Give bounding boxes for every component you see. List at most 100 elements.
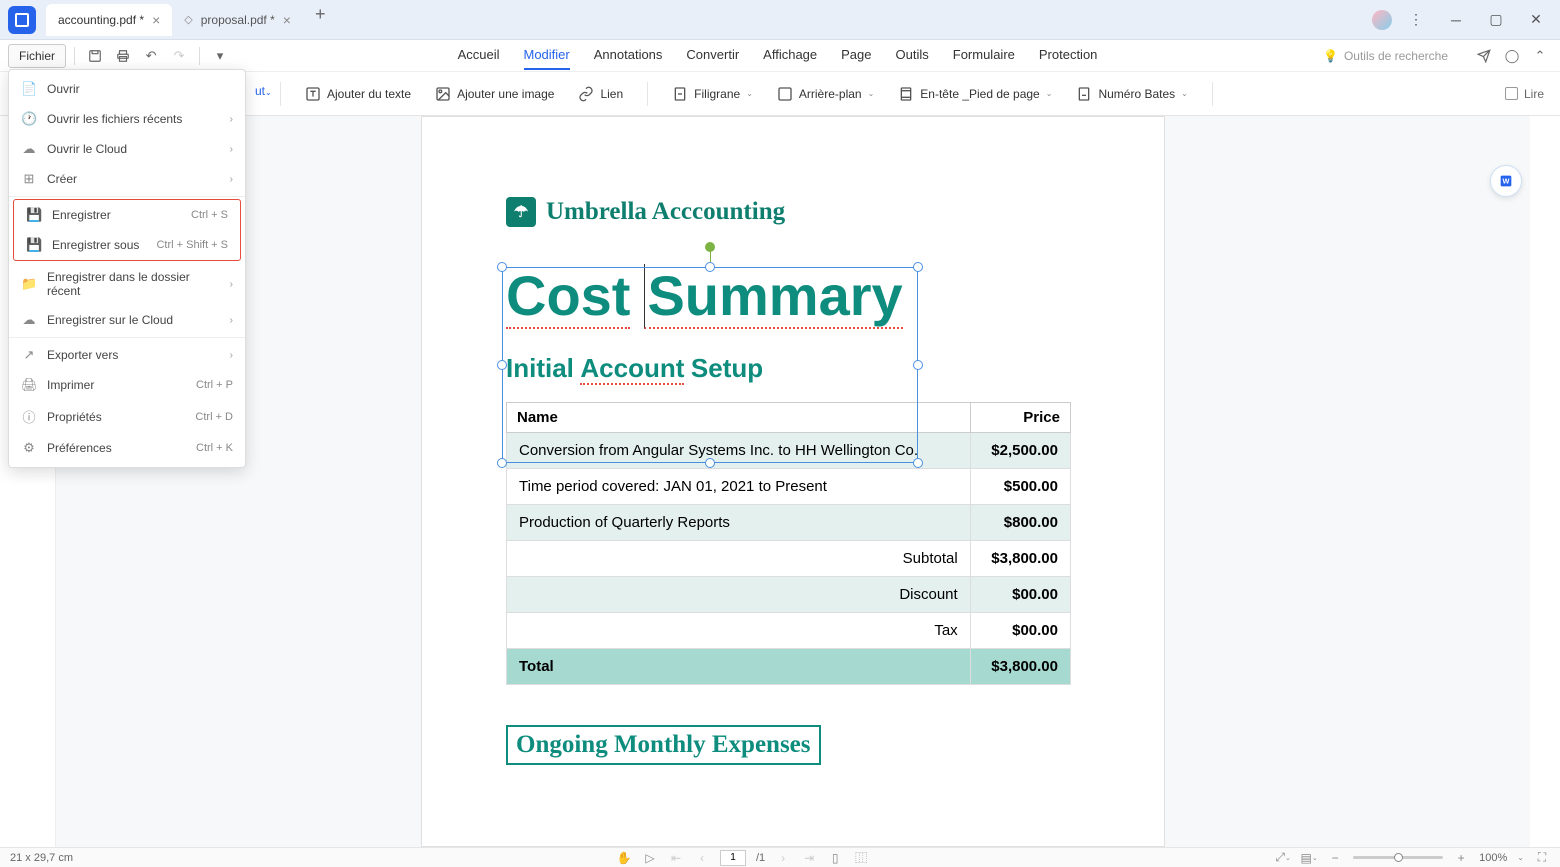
resize-handle[interactable] bbox=[497, 458, 507, 468]
zoom-thumb[interactable] bbox=[1394, 853, 1403, 862]
selection-box[interactable] bbox=[502, 267, 918, 463]
background-button[interactable]: Arrière-plan⌄ bbox=[777, 86, 874, 102]
app-icon[interactable] bbox=[8, 6, 36, 34]
menu-create[interactable]: ⊞ Créer › bbox=[9, 164, 245, 194]
menu-open-cloud[interactable]: ☁ Ouvrir le Cloud › bbox=[9, 134, 245, 164]
send-icon[interactable] bbox=[1472, 44, 1496, 68]
menu-open[interactable]: 📄 Ouvrir bbox=[9, 74, 245, 104]
layout1-icon[interactable]: ▯ bbox=[827, 850, 843, 866]
layout2-icon[interactable]: ⿲ bbox=[853, 850, 869, 866]
close-icon[interactable]: × bbox=[152, 12, 160, 28]
menu-preferences[interactable]: ⚙ Préférences Ctrl + K bbox=[9, 433, 245, 463]
page-input[interactable] bbox=[720, 850, 746, 866]
zoom-out-icon[interactable]: − bbox=[1327, 850, 1343, 866]
resize-handle[interactable] bbox=[497, 262, 507, 272]
tab-proposal[interactable]: ◇ proposal.pdf * × bbox=[172, 4, 303, 36]
bates-button[interactable]: Numéro Bates⌄ bbox=[1076, 86, 1187, 102]
resize-handle[interactable] bbox=[497, 360, 507, 370]
nav-convertir[interactable]: Convertir bbox=[686, 41, 739, 70]
chevron-right-icon: › bbox=[230, 315, 233, 326]
section-ongoing[interactable]: Ongoing Monthly Expenses bbox=[506, 725, 821, 765]
fit-width-icon[interactable]: ⤢⌄ bbox=[1275, 850, 1291, 866]
add-text-button[interactable]: Ajouter du texte bbox=[305, 86, 411, 102]
total-row: Total $3,800.00 bbox=[507, 649, 1071, 685]
menu-properties[interactable]: ⓘ Propriétés Ctrl + D bbox=[9, 400, 245, 433]
resize-handle[interactable] bbox=[913, 458, 923, 468]
avatar-button[interactable] bbox=[1372, 10, 1392, 30]
nav-accueil[interactable]: Accueil bbox=[458, 41, 500, 70]
next-page-icon[interactable]: › bbox=[775, 850, 791, 866]
menu-save-recent-folder[interactable]: 📁 Enregistrer dans le dossier récent › bbox=[9, 263, 245, 305]
tax-row: Tax $00.00 bbox=[507, 613, 1071, 649]
folder-icon: 📁 bbox=[21, 276, 37, 292]
save-icon[interactable] bbox=[83, 44, 107, 68]
menu-open-recent[interactable]: 🕐 Ouvrir les fichiers récents › bbox=[9, 104, 245, 134]
zoom-in-icon[interactable]: + bbox=[1453, 850, 1469, 866]
nav-page[interactable]: Page bbox=[841, 41, 871, 70]
scroll-mode-icon[interactable]: ▤⌄ bbox=[1301, 850, 1317, 866]
redo-icon[interactable]: ↷ bbox=[167, 44, 191, 68]
rotate-handle[interactable] bbox=[705, 242, 715, 252]
clock-icon: 🕐 bbox=[21, 111, 37, 127]
maximize-button[interactable]: ▢ bbox=[1480, 4, 1512, 36]
add-image-button[interactable]: Ajouter une image bbox=[435, 86, 554, 102]
dropdown-icon[interactable]: ▾ bbox=[208, 44, 232, 68]
save-icon: 💾 bbox=[26, 207, 42, 223]
zoom-controls: ⤢⌄ ▤⌄ − + 100% ⌄ ⛶ bbox=[1275, 850, 1550, 866]
search-tools[interactable]: 💡 Outils de recherche bbox=[1323, 49, 1448, 63]
hand-icon[interactable]: ✋ bbox=[616, 850, 632, 866]
menu-print[interactable]: 🖨 Imprimer Ctrl + P bbox=[9, 370, 245, 400]
nav-formulaire[interactable]: Formulaire bbox=[953, 41, 1015, 70]
add-tab-button[interactable]: + bbox=[303, 4, 338, 36]
right-sidebar: ◂ bbox=[1530, 116, 1560, 847]
nav-annotations[interactable]: Annotations bbox=[594, 41, 663, 70]
tab-accounting[interactable]: accounting.pdf * × bbox=[46, 4, 172, 36]
zoom-slider[interactable] bbox=[1353, 856, 1443, 859]
toolbar: Fichier ↶ ↷ ▾ Accueil Modifier Annotatio… bbox=[0, 40, 1560, 72]
prev-page-icon[interactable]: ‹ bbox=[694, 850, 710, 866]
read-toggle[interactable]: Lire bbox=[1505, 87, 1544, 101]
pdf-page[interactable]: ☂ Umbrella Acccounting Cost Summary Init… bbox=[421, 116, 1165, 847]
resize-handle[interactable] bbox=[913, 360, 923, 370]
close-icon[interactable]: × bbox=[283, 12, 291, 28]
print-icon[interactable] bbox=[111, 44, 135, 68]
resize-handle[interactable] bbox=[705, 458, 715, 468]
last-page-icon[interactable]: ⇥ bbox=[801, 850, 817, 866]
cursor-icon[interactable]: ▷ bbox=[642, 850, 658, 866]
collapse-icon[interactable]: ⌃ bbox=[1528, 44, 1552, 68]
nav-affichage[interactable]: Affichage bbox=[763, 41, 817, 70]
window-controls: ⋮ ─ ▢ ✕ bbox=[1372, 4, 1552, 36]
first-page-icon[interactable]: ⇤ bbox=[668, 850, 684, 866]
sliders-icon: ⚙ bbox=[21, 440, 37, 456]
chevron-right-icon: › bbox=[230, 279, 233, 290]
menu-save-as[interactable]: 💾 Enregistrer sous Ctrl + Shift + S bbox=[14, 230, 240, 260]
total-pages: /1 bbox=[756, 852, 765, 864]
logo-text: Umbrella Acccounting bbox=[546, 198, 785, 226]
peek-text: ut⌄ bbox=[255, 84, 272, 98]
menu-save-cloud[interactable]: ☁ Enregistrer sur le Cloud › bbox=[9, 305, 245, 335]
help-icon[interactable]: ◯ bbox=[1500, 44, 1524, 68]
undo-icon[interactable]: ↶ bbox=[139, 44, 163, 68]
nav-modifier[interactable]: Modifier bbox=[524, 41, 570, 70]
nav-protection[interactable]: Protection bbox=[1039, 41, 1098, 70]
watermark-button[interactable]: Filigrane⌄ bbox=[672, 86, 753, 102]
tabs: accounting.pdf * × ◇ proposal.pdf * × + bbox=[46, 4, 1372, 36]
floating-word-button[interactable]: W bbox=[1490, 165, 1522, 197]
info-icon: ⓘ bbox=[21, 407, 37, 426]
zoom-value: 100% bbox=[1479, 852, 1507, 864]
zoom-dropdown-icon[interactable]: ⌄ bbox=[1517, 853, 1524, 862]
resize-handle[interactable] bbox=[913, 262, 923, 272]
menu-save[interactable]: 💾 Enregistrer Ctrl + S bbox=[14, 200, 240, 230]
menu-export[interactable]: ↗ Exporter vers › bbox=[9, 340, 245, 370]
resize-handle[interactable] bbox=[705, 262, 715, 272]
file-button[interactable]: Fichier bbox=[8, 44, 66, 68]
col-price: Price bbox=[970, 403, 1070, 433]
header-footer-button[interactable]: En-tête _Pied de page⌄ bbox=[898, 86, 1052, 102]
minimize-button[interactable]: ─ bbox=[1440, 4, 1472, 36]
fullscreen-icon[interactable]: ⛶ bbox=[1534, 850, 1550, 866]
kebab-icon[interactable]: ⋮ bbox=[1400, 4, 1432, 36]
checkbox-icon[interactable] bbox=[1505, 87, 1518, 100]
link-button[interactable]: Lien bbox=[578, 86, 623, 102]
close-button[interactable]: ✕ bbox=[1520, 4, 1552, 36]
nav-outils[interactable]: Outils bbox=[896, 41, 929, 70]
